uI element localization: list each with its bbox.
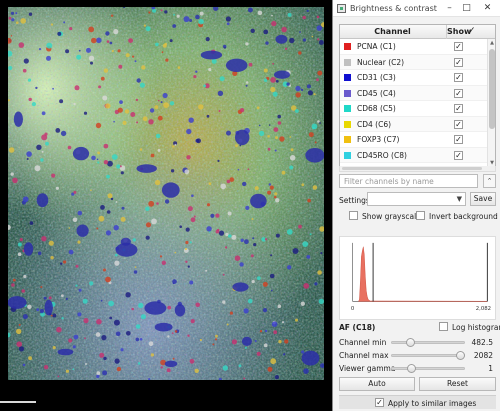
channel-name: FOXP3 (C7) [357, 135, 400, 144]
table-row[interactable]: CD31 (C3) ✓ [340, 70, 487, 86]
settings-select[interactable]: ▼ [367, 192, 466, 206]
channel-color-swatch[interactable] [344, 58, 351, 66]
selected-channel-name: AF (C18) [339, 323, 376, 332]
channel-name: PCNA (C1) [357, 42, 396, 51]
table-row[interactable]: PCNA (C1) ✓ [340, 39, 487, 55]
table-row[interactable]: CD45RO (C8) ✓ [340, 147, 487, 163]
table-row[interactable]: FOXP3 (C7) ✓ [340, 132, 487, 148]
viewer-gamma-slider[interactable] [391, 364, 465, 373]
show-checkbox[interactable]: ✓ [454, 57, 463, 67]
channel-min-value: 482.5 [471, 338, 493, 347]
image-viewer[interactable] [0, 0, 332, 411]
apply-bar: ✓ Apply to similar images [339, 395, 496, 409]
show-checkbox[interactable]: ✓ [454, 104, 463, 113]
show-checkbox[interactable]: ✓ [454, 42, 463, 51]
scroll-up-icon[interactable]: ▲ [488, 39, 495, 47]
title-bar[interactable]: Brightness & contrast – □ ✕ [333, 0, 500, 17]
table-horizontal-scrollbar[interactable] [339, 166, 496, 172]
channel-filter-input[interactable]: Filter channels by name [339, 174, 478, 188]
channel-name: CD4 (C6) [357, 119, 392, 129]
channel-color-swatch[interactable] [344, 74, 351, 81]
channel-color-swatch[interactable] [344, 136, 351, 143]
show-all-check-icon[interactable]: ✓ [468, 26, 476, 36]
table-vertical-scrollbar[interactable]: ▲ ▼ [487, 39, 495, 167]
channel-max-slider[interactable] [391, 351, 465, 360]
column-header-channel[interactable]: Channel [340, 27, 445, 36]
apply-to-similar-label: Apply to similar images [388, 399, 477, 408]
reset-button[interactable]: Reset [419, 377, 496, 391]
scale-bar [0, 401, 36, 403]
maximize-icon[interactable]: □ [460, 2, 473, 14]
channel-color-swatch[interactable] [344, 120, 351, 128]
show-grayscale-checkbox[interactable] [349, 211, 358, 220]
histogram-x-min-label: 0 [351, 306, 355, 312]
table-row[interactable]: CD45 (C4) ✓ [340, 85, 487, 101]
channel-min-label: Channel min [339, 338, 387, 347]
channel-color-swatch[interactable] [344, 105, 351, 112]
viewer-gamma-slider-thumb[interactable] [407, 364, 417, 373]
show-checkbox[interactable]: ✓ [454, 135, 463, 144]
brightness-contrast-dialog: Brightness & contrast – □ ✕ Channel Show… [332, 0, 500, 411]
invert-background-label: Invert background [429, 212, 498, 221]
log-histogram-checkbox[interactable] [439, 322, 448, 331]
channel-min-slider[interactable] [391, 338, 465, 347]
histogram[interactable]: 0 2,082 [339, 236, 496, 320]
channel-name: Nuclear (C2) [357, 57, 405, 67]
channel-color-swatch[interactable] [344, 89, 351, 97]
channel-max-value: 2082 [473, 351, 493, 360]
channel-max-slider-thumb[interactable] [456, 351, 465, 360]
channel-rows: PCNA (C1) ✓ Nuclear (C2) ✓ CD31 (C3) ✓ CD45 (C… [340, 39, 487, 167]
app-root: Brightness & contrast – □ ✕ Channel Show… [0, 0, 500, 411]
show-checkbox[interactable]: ✓ [454, 88, 463, 98]
table-row[interactable]: CD68 (C5) ✓ [340, 101, 487, 117]
channel-name: CD45RO (C8) [357, 150, 407, 160]
channel-min-slider-thumb[interactable] [405, 338, 415, 347]
channel-color-swatch[interactable] [344, 43, 351, 50]
channel-max-label: Channel max [339, 351, 389, 360]
show-checkbox[interactable]: ✓ [454, 119, 463, 129]
dropdown-arrow-icon: ▼ [456, 195, 462, 203]
channel-table: Channel Show ✓ PCNA (C1) ✓ Nuclear (C2) ✓ CD… [339, 24, 496, 168]
show-checkbox[interactable]: ✓ [454, 73, 463, 82]
log-histogram-label: Log histogram [452, 323, 500, 332]
histogram-distribution [358, 246, 488, 302]
apply-to-similar-checkbox[interactable]: ✓ [375, 398, 384, 407]
auto-button[interactable]: Auto [339, 377, 415, 391]
invert-background-checkbox[interactable] [416, 211, 425, 220]
table-row[interactable]: Nuclear (C2) ✓ [340, 54, 487, 70]
filter-options-icon[interactable]: ⌃ [483, 174, 496, 188]
viewer-gamma-label: Viewer gamma [339, 364, 396, 373]
viewer-gamma-value: 1 [488, 364, 493, 373]
save-button[interactable]: Save [470, 192, 496, 206]
horizontal-scrollbar-thumb[interactable] [342, 167, 482, 170]
channel-name: CD31 (C3) [357, 73, 396, 82]
minimize-icon[interactable]: – [443, 2, 456, 14]
channel-color-swatch[interactable] [344, 151, 351, 159]
show-grayscale-label: Show grayscale [362, 212, 421, 221]
table-header: Channel Show ✓ [340, 25, 495, 39]
window-title: Brightness & contrast [350, 4, 437, 13]
histogram-x-max-label: 2,082 [476, 306, 491, 312]
tissue-image[interactable] [8, 7, 324, 380]
show-checkbox[interactable]: ✓ [454, 150, 463, 160]
table-row[interactable]: CD4 (C6) ✓ [340, 116, 487, 132]
scrollbar-thumb[interactable] [489, 49, 495, 129]
close-icon[interactable]: ✕ [481, 2, 494, 14]
app-icon [337, 4, 346, 13]
channel-name: CD68 (C5) [357, 104, 396, 113]
channel-name: CD45 (C4) [357, 88, 396, 98]
settings-label: Settings [339, 196, 370, 205]
